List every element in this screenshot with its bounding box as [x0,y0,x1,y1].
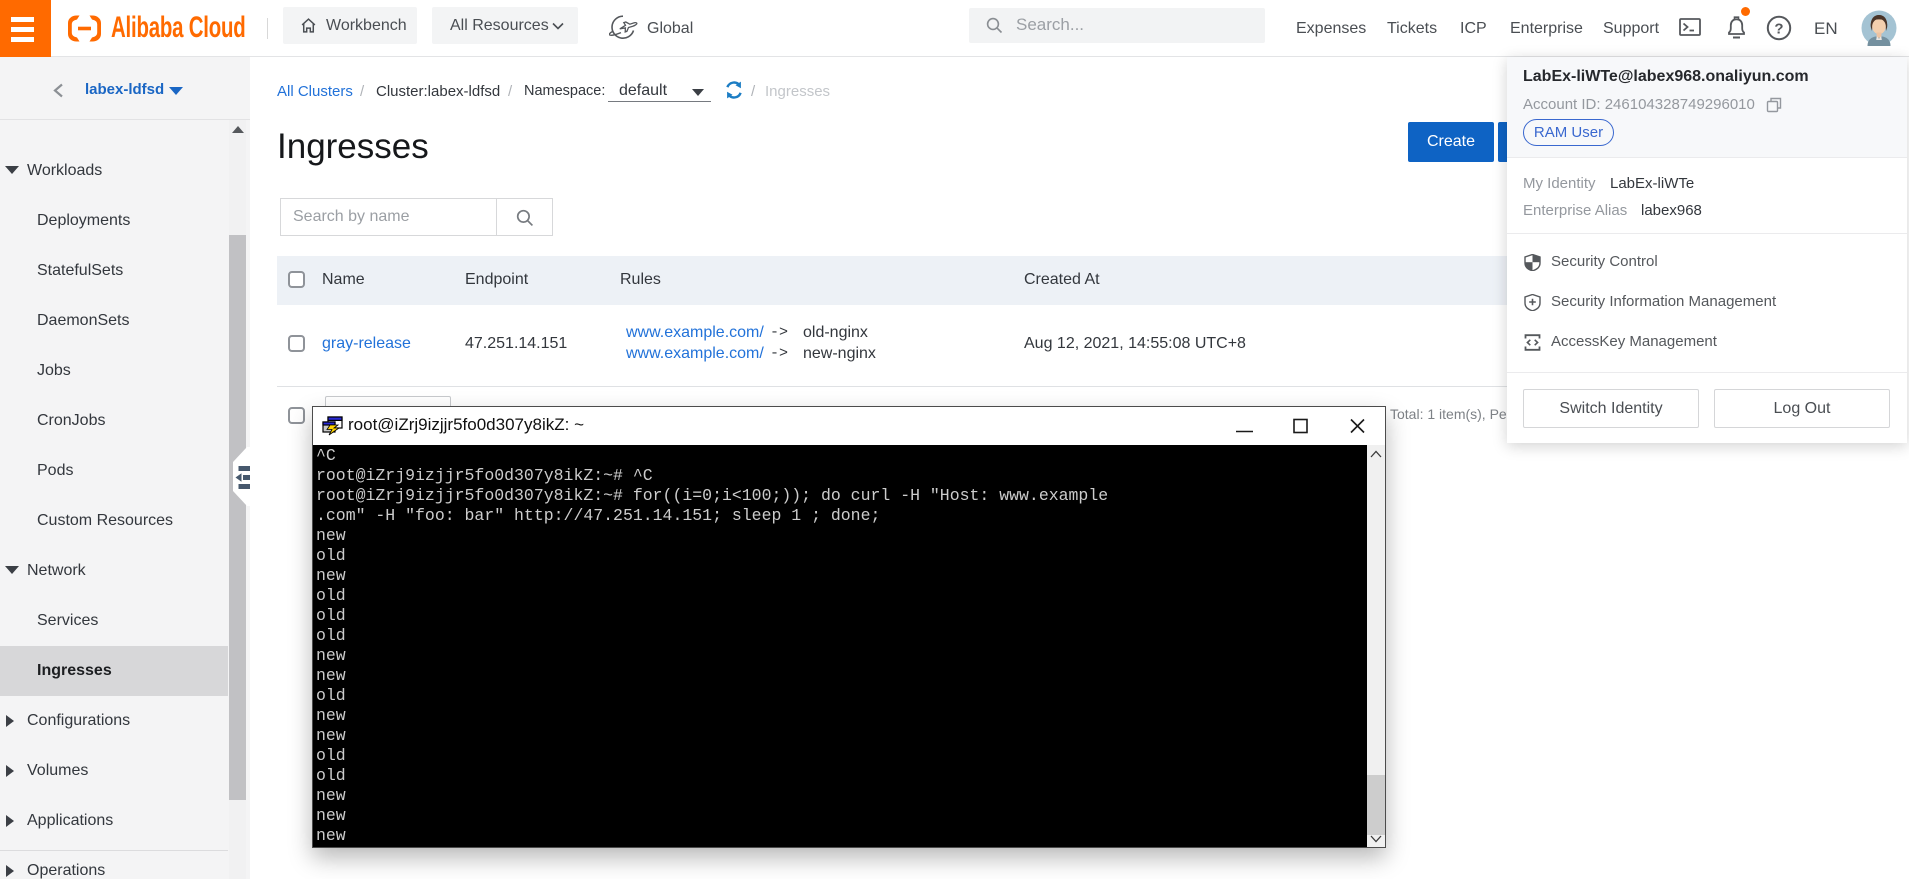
svg-text:?: ? [1774,21,1783,38]
